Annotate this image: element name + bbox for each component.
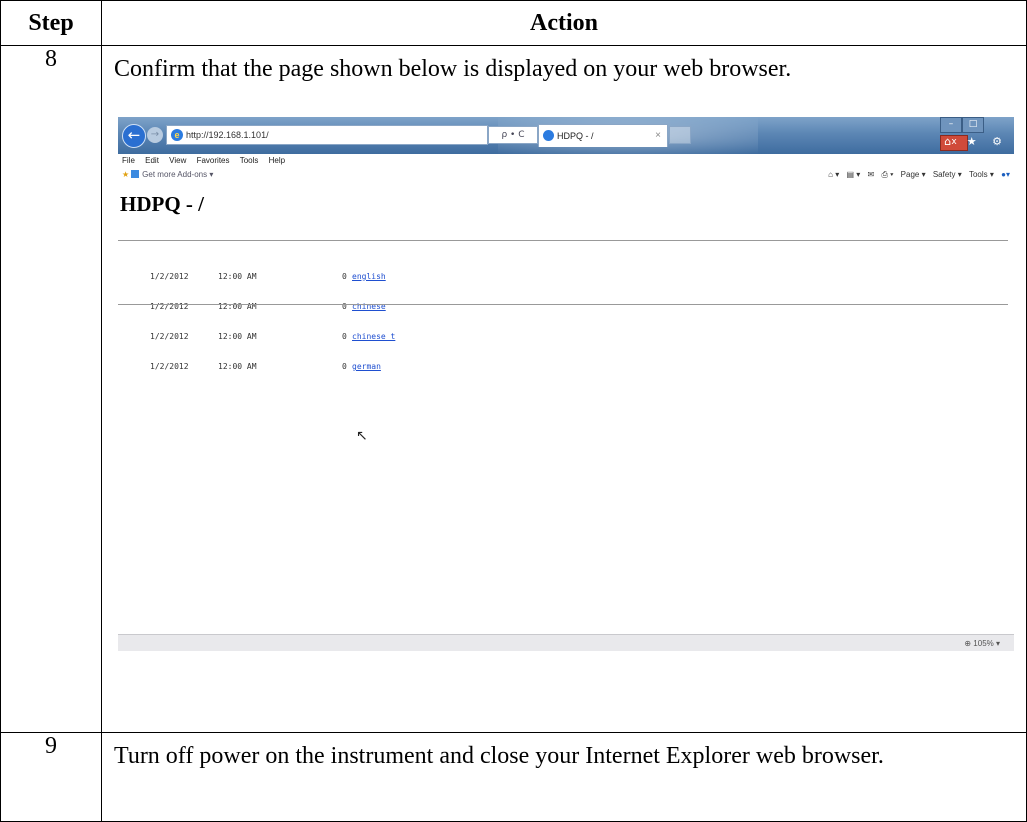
favorites-bar: ★ Get more Add-ons ▾ ⌂ ▾ ▤ ▾ ✉ ⎙ ▾ Page ▾…: [118, 167, 1014, 182]
address-text: http://192.168.1.101/: [186, 130, 269, 140]
file-size: 0: [342, 362, 347, 371]
window-controls: – □x: [940, 117, 1010, 151]
header-row: Step Action: [0, 0, 1027, 46]
action-text: Turn off power on the instrument and clo…: [114, 743, 884, 769]
menu-bar: File Edit View Favorites Tools Help: [118, 154, 1014, 167]
menu-file[interactable]: File: [122, 156, 135, 165]
file-size: 0: [342, 272, 347, 281]
zoom-level[interactable]: ⊕ 105% ▾: [964, 635, 1000, 651]
help-icon[interactable]: ●▾: [1001, 170, 1010, 179]
file-date: 1/2/2012: [150, 332, 189, 341]
mail-icon[interactable]: ✉: [868, 170, 875, 179]
safety-menu[interactable]: Safety ▾: [933, 170, 962, 179]
page-content: HDPQ - / 1/2/2012 12:00 AM 0 english 1/2/20…: [118, 182, 1014, 634]
step-number: 9: [0, 732, 102, 822]
browser-titlebar: ← → e http://192.168.1.101/ ρ • C HDPQ - …: [118, 117, 1014, 154]
addons-icon: [131, 170, 140, 178]
get-addons-link[interactable]: Get more Add-ons ▾: [142, 170, 213, 179]
file-size: 0: [342, 332, 347, 341]
browser-screenshot: ← → e http://192.168.1.101/ ρ • C HDPQ - …: [118, 117, 1014, 651]
file-date: 1/2/2012: [150, 362, 189, 371]
address-bar[interactable]: e http://192.168.1.101/: [166, 125, 488, 145]
step-header: Step: [0, 0, 102, 46]
file-time: 12:00 AM: [218, 362, 257, 371]
page-heading: HDPQ - /: [120, 192, 204, 216]
ie-logo-icon: e: [171, 129, 183, 141]
action-cell: Turn off power on the instrument and clo…: [101, 732, 1027, 822]
list-item: 1/2/2012 12:00 AM 0 german: [150, 362, 395, 372]
maximize-icon[interactable]: □: [962, 117, 984, 133]
folder-link-english[interactable]: english: [352, 272, 386, 281]
search-refresh-icon[interactable]: ρ • C: [488, 126, 538, 144]
tab-title: HDPQ - /: [557, 131, 594, 141]
menu-favorites[interactable]: Favorites: [197, 156, 230, 165]
feeds-menu-icon[interactable]: ▤ ▾: [846, 170, 860, 179]
command-bar: ⌂ ▾ ▤ ▾ ✉ ⎙ ▾ Page ▾ Safety ▾ Tools ▾ ●▾: [823, 167, 1010, 182]
table-row: 9 Turn off power on the instrument and c…: [0, 732, 1027, 822]
browser-tab[interactable]: HDPQ - / ×: [538, 124, 668, 147]
action-text: Confirm that the page shown below is dis…: [114, 56, 792, 82]
file-date: 1/2/2012: [150, 272, 189, 281]
divider: [118, 304, 1008, 305]
menu-tools[interactable]: Tools: [240, 156, 259, 165]
new-tab-button[interactable]: [669, 126, 691, 144]
menu-edit[interactable]: Edit: [145, 156, 159, 165]
tools-menu[interactable]: Tools ▾: [969, 170, 994, 179]
home-favorites-tools-icons[interactable]: ⌂ ★ ⚙: [944, 135, 1008, 148]
action-header: Action: [101, 0, 1027, 46]
mouse-cursor-icon: ↖: [356, 428, 368, 444]
forward-icon[interactable]: →: [147, 127, 163, 143]
tab-close-icon[interactable]: ×: [655, 125, 661, 147]
folder-link-chinese-t[interactable]: chinese t: [352, 332, 395, 341]
folder-link-german[interactable]: german: [352, 362, 381, 371]
list-item: 1/2/2012 12:00 AM 0 chinese t: [150, 332, 395, 342]
print-menu-icon[interactable]: ⎙ ▾: [881, 170, 893, 179]
status-bar: ⊕ 105% ▾: [118, 634, 1014, 651]
favorites-star-icon[interactable]: ★: [122, 170, 129, 179]
list-item: 1/2/2012 12:00 AM 0 english: [150, 272, 395, 282]
step-number: 8: [0, 45, 102, 733]
divider: [118, 240, 1008, 241]
file-time: 12:00 AM: [218, 272, 257, 281]
menu-help[interactable]: Help: [269, 156, 285, 165]
file-time: 12:00 AM: [218, 332, 257, 341]
menu-view[interactable]: View: [169, 156, 186, 165]
directory-listing: 1/2/2012 12:00 AM 0 english 1/2/2012 12:00 A…: [150, 252, 395, 392]
back-icon[interactable]: ←: [122, 124, 146, 148]
home-menu-icon[interactable]: ⌂ ▾: [828, 170, 839, 179]
tab-favicon-icon: [543, 130, 554, 141]
minimize-icon[interactable]: –: [940, 117, 962, 133]
page-menu[interactable]: Page ▾: [901, 170, 926, 179]
